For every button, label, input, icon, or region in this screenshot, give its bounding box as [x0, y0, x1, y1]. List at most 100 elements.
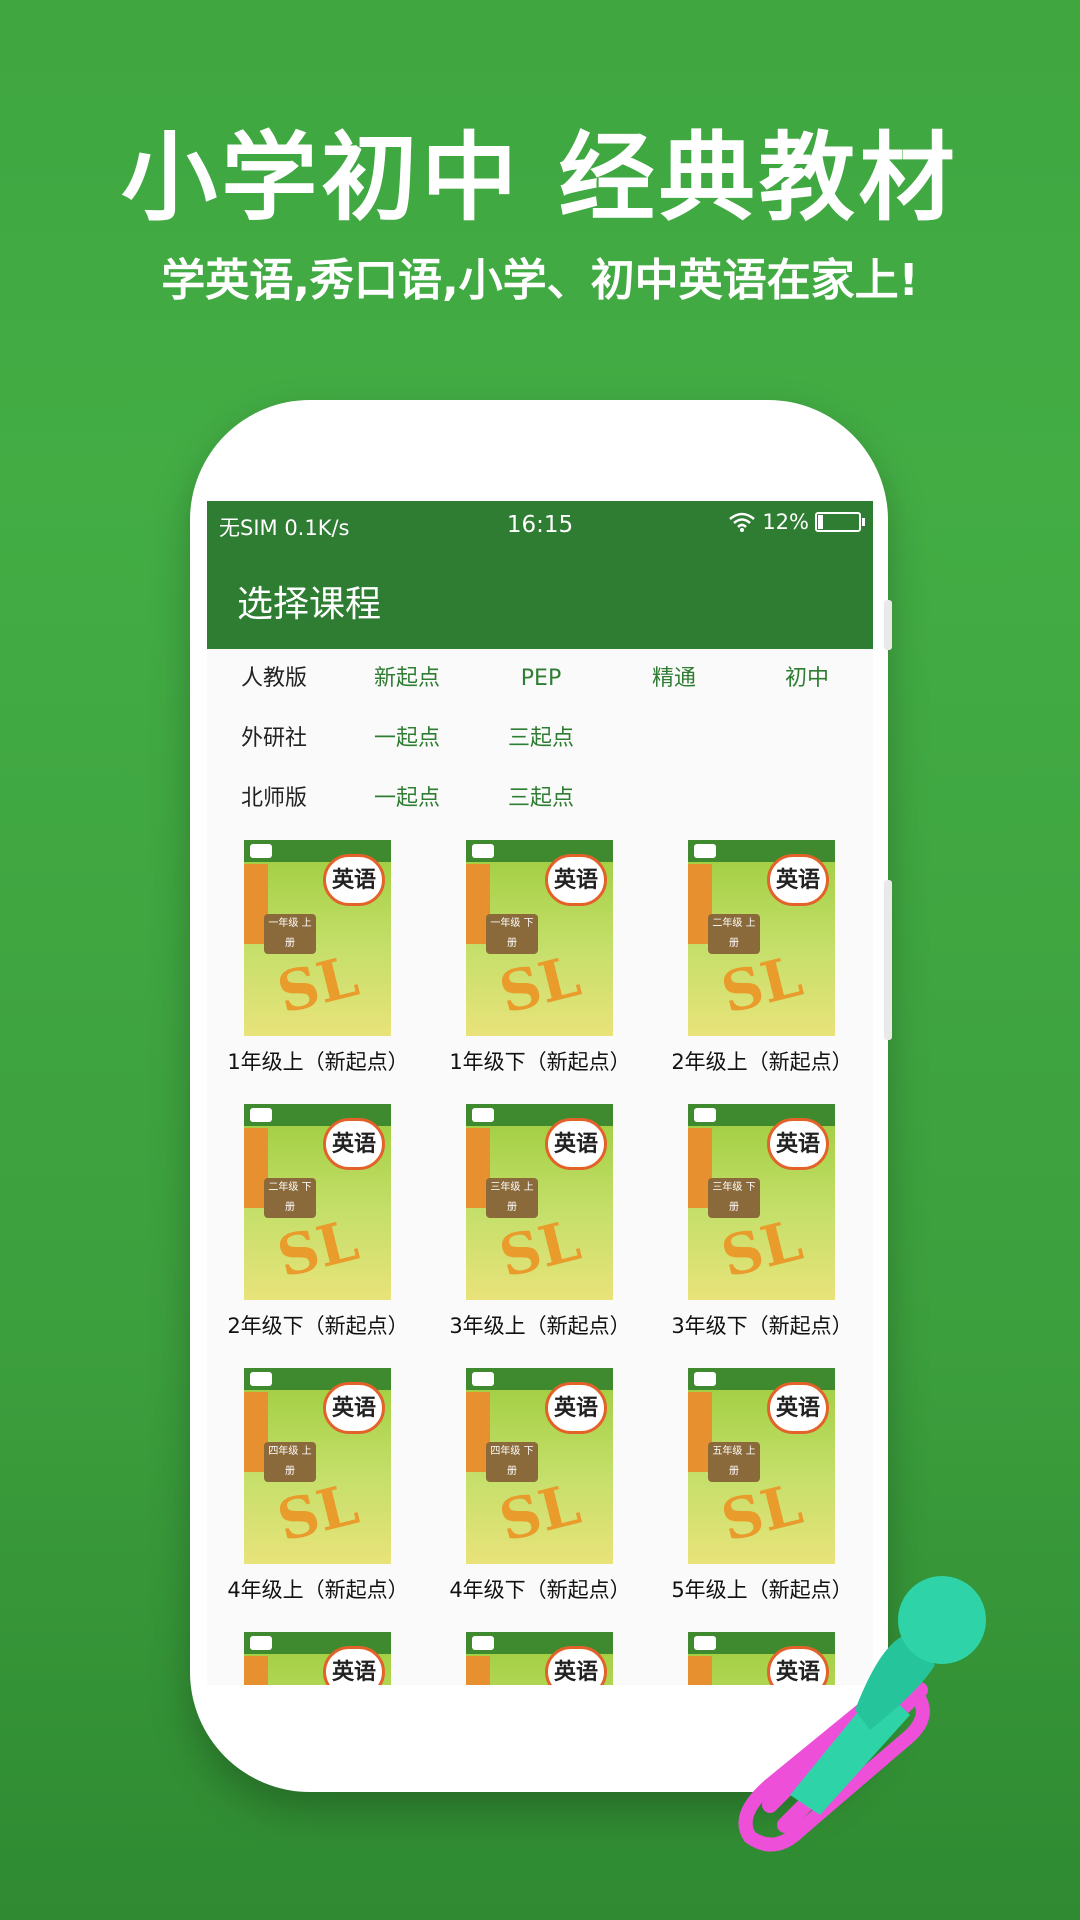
publisher-emblem-icon: [250, 1108, 272, 1122]
publisher-emblem-icon: [250, 1636, 272, 1650]
cover-sl-logo: SL: [715, 1471, 809, 1555]
textbook-card[interactable]: 英语 三年级 下册 SL 3年级下（新起点）: [651, 1098, 873, 1362]
phone-side-button: [884, 600, 892, 650]
filter-option[interactable]: PEP: [474, 649, 608, 709]
textbook-cover[interactable]: 英语SL: [244, 1632, 391, 1685]
publisher-emblem-icon: [694, 1372, 716, 1386]
cover-title: 英语: [545, 854, 607, 906]
textbook-cover[interactable]: 英语 五年级 上册 SL: [688, 1368, 835, 1564]
publisher-emblem-icon: [472, 1636, 494, 1650]
cover-sl-logo: SL: [493, 1471, 587, 1555]
promo-subline: 学英语,秀口语,小学、初中英语在家上!: [161, 255, 919, 306]
cover-grade: 一年级 上册: [264, 914, 316, 954]
publisher-label: 外研社: [240, 726, 307, 751]
textbook-caption[interactable]: 4年级上（新起点）: [207, 1574, 429, 1604]
phone-side-button: [884, 880, 892, 1040]
publisher-emblem-icon: [694, 1108, 716, 1122]
cover-sl-logo: SL: [493, 943, 587, 1027]
publisher-emblem-icon: [472, 1108, 494, 1122]
textbook-card[interactable]: 英语 一年级 上册 SL 1年级上（新起点）: [207, 834, 429, 1098]
cover-title: 英语: [767, 1118, 829, 1170]
app-screen: 无SIM 0.1K/s 16:15 12% 选择课程 人教版 新起点 PEP 精通 初中…: [207, 501, 873, 1685]
textbook-caption[interactable]: 3年级下（新起点）: [651, 1310, 873, 1340]
cover-stripe: [244, 1656, 268, 1685]
textbook-cover[interactable]: 英语 四年级 下册 SL: [466, 1368, 613, 1564]
textbook-cover[interactable]: 英语 四年级 上册 SL: [244, 1368, 391, 1564]
textbook-cover[interactable]: 英语 二年级 下册 SL: [244, 1104, 391, 1300]
cover-grade: 二年级 上册: [708, 914, 760, 954]
textbook-caption[interactable]: 2年级上（新起点）: [651, 1046, 873, 1076]
publisher-emblem-icon: [694, 1636, 716, 1650]
publisher-emblem-icon: [694, 844, 716, 858]
cover-grade: 一年级 下册: [486, 914, 538, 954]
filter-option[interactable]: 新起点: [340, 649, 474, 709]
page-title: 选择课程: [237, 584, 382, 625]
filter-row: 北师版 一起点 三起点: [207, 769, 873, 829]
textbook-cover[interactable]: 英语 二年级 上册 SL: [688, 840, 835, 1036]
wifi-icon: [729, 512, 756, 532]
filter-row: 外研社 一起点 三起点: [207, 709, 873, 769]
cover-title: 英语: [767, 1382, 829, 1434]
cover-grade: 二年级 下册: [264, 1178, 316, 1218]
textbook-cover[interactable]: 英语 一年级 下册 SL: [466, 840, 613, 1036]
textbook-caption[interactable]: 2年级下（新起点）: [207, 1310, 429, 1340]
status-bar: 无SIM 0.1K/s 16:15 12%: [207, 501, 873, 547]
publisher-emblem-icon: [472, 1372, 494, 1386]
textbook-card[interactable]: 英语 四年级 上册 SL 4年级上（新起点）: [207, 1362, 429, 1626]
textbook-cover[interactable]: 英语 一年级 上册 SL: [244, 840, 391, 1036]
cover-sl-logo: SL: [715, 943, 809, 1027]
textbook-card[interactable]: 英语 一年级 下册 SL 1年级下（新起点）: [429, 834, 651, 1098]
cover-grade: 三年级 上册: [486, 1178, 538, 1218]
cover-stripe: [688, 1656, 712, 1685]
cover-sl-logo: SL: [493, 1207, 587, 1291]
battery-icon: [815, 512, 865, 532]
textbook-caption[interactable]: 3年级上（新起点）: [429, 1310, 651, 1340]
cover-grade: 四年级 下册: [486, 1442, 538, 1482]
textbook-card[interactable]: 英语 三年级 上册 SL 3年级上（新起点）: [429, 1098, 651, 1362]
microphone-illustration: [738, 1576, 986, 1852]
filter-row: 人教版 新起点 PEP 精通 初中: [207, 649, 873, 709]
textbook-card[interactable]: 英语 二年级 上册 SL 2年级上（新起点）: [651, 834, 873, 1098]
cover-sl-logo: SL: [271, 943, 365, 1027]
cover-title: 英语: [545, 1646, 607, 1685]
publisher-label: 人教版: [240, 666, 307, 691]
textbook-card[interactable]: 英语 四年级 下册 SL 4年级下（新起点）: [429, 1362, 651, 1626]
cover-stripe: [466, 1656, 490, 1685]
textbook-caption[interactable]: 1年级下（新起点）: [429, 1046, 651, 1076]
filter-option[interactable]: 一起点: [340, 709, 474, 769]
textbook-cover[interactable]: 英语 三年级 下册 SL: [688, 1104, 835, 1300]
filter-option[interactable]: 精通: [607, 649, 741, 709]
cover-title: 英语: [323, 1118, 385, 1170]
filter-option[interactable]: 三起点: [474, 769, 608, 829]
cover-title: 英语: [545, 1118, 607, 1170]
textbook-card[interactable]: 英语SL: [429, 1626, 651, 1685]
textbook-cover[interactable]: 英语SL: [466, 1632, 613, 1685]
cover-title: 英语: [545, 1382, 607, 1434]
filter-option[interactable]: 一起点: [340, 769, 474, 829]
course-filters: 人教版 新起点 PEP 精通 初中 外研社 一起点 三起点 北师版 一起点 三起点: [207, 649, 873, 829]
app-bar: 选择课程: [207, 547, 873, 649]
filter-option[interactable]: 三起点: [474, 709, 608, 769]
textbook-card[interactable]: 英语 二年级 下册 SL 2年级下（新起点）: [207, 1098, 429, 1362]
publisher-emblem-icon: [250, 1372, 272, 1386]
promo-headline: 小学初中 经典教材: [121, 122, 959, 234]
publisher-emblem-icon: [472, 844, 494, 858]
cover-title: 英语: [767, 854, 829, 906]
cover-grade: 三年级 下册: [708, 1178, 760, 1218]
textbook-cover[interactable]: 英语 三年级 上册 SL: [466, 1104, 613, 1300]
cover-title: 英语: [323, 1382, 385, 1434]
cover-grade: 四年级 上册: [264, 1442, 316, 1482]
cover-grade: 五年级 上册: [708, 1442, 760, 1482]
publisher-emblem-icon: [250, 844, 272, 858]
cover-sl-logo: SL: [271, 1471, 365, 1555]
battery-percent: 12%: [762, 510, 809, 534]
textbook-card[interactable]: 英语SL: [207, 1626, 429, 1685]
filter-option[interactable]: 初中: [740, 649, 873, 709]
publisher-label: 北师版: [240, 786, 307, 811]
cover-sl-logo: SL: [271, 1207, 365, 1291]
textbook-caption[interactable]: 1年级上（新起点）: [207, 1046, 429, 1076]
textbook-caption[interactable]: 4年级下（新起点）: [429, 1574, 651, 1604]
cover-title: 英语: [323, 854, 385, 906]
cover-sl-logo: SL: [715, 1207, 809, 1291]
cover-title: 英语: [323, 1646, 385, 1685]
